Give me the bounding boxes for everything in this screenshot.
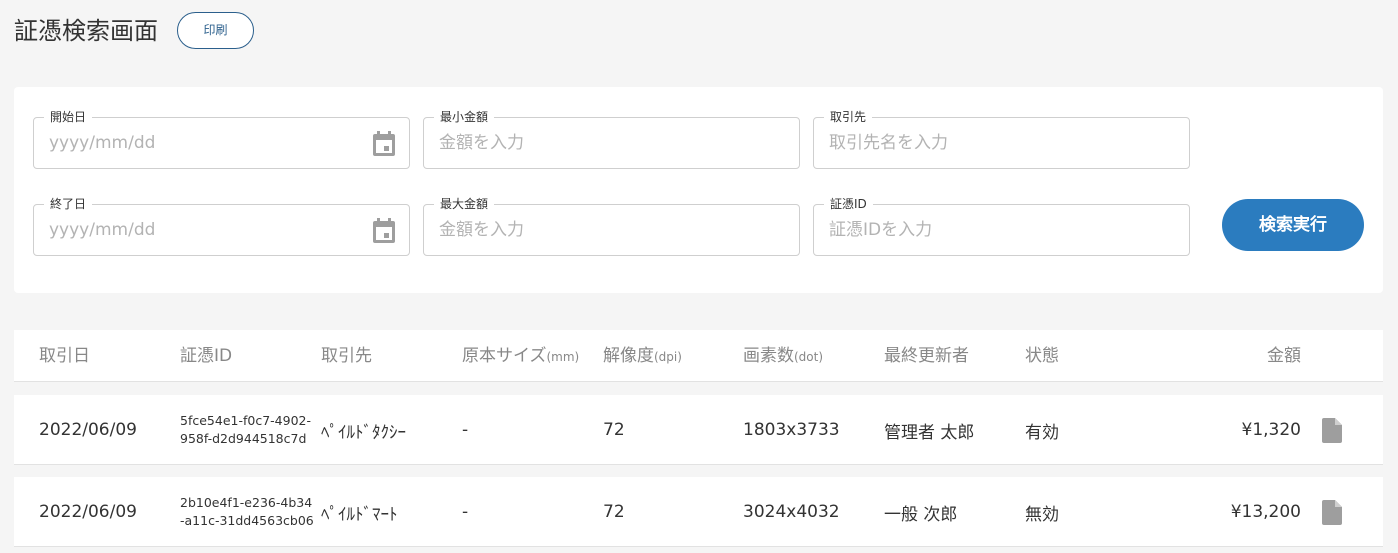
column-header-amount: 金額	[1267, 346, 1301, 366]
end-date-field: 終了日	[33, 196, 410, 256]
table-row[interactable]: 2022/06/09 2b10e4f1-e236-4b34-a11c-31dd4…	[14, 477, 1383, 547]
row-resolution: 72	[603, 420, 625, 440]
column-header-id: 証憑ID	[180, 346, 233, 366]
table-header: 取引日 証憑ID 取引先 原本サイズ(mm) 解像度(dpi) 画素数(dot)…	[14, 330, 1383, 382]
row-amount: ¥13,200	[1230, 502, 1301, 522]
row-updater: 一般 次郎	[884, 504, 958, 525]
print-button[interactable]: 印刷	[177, 12, 254, 49]
column-header-date: 取引日	[39, 346, 90, 366]
partner-input[interactable]	[815, 119, 1188, 167]
partner-field: 取引先	[813, 109, 1190, 169]
column-header-size: 原本サイズ(mm)	[462, 330, 579, 383]
table-row[interactable]: 2022/06/09 5fce54e1-f0c7-4902-958f-d2d94…	[14, 395, 1383, 465]
row-amount: ¥1,320	[1241, 420, 1301, 440]
min-amount-field: 最小金額	[423, 109, 800, 169]
row-date: 2022/06/09	[39, 502, 137, 522]
column-header-partner: 取引先	[321, 346, 372, 366]
row-date: 2022/06/09	[39, 420, 137, 440]
row-pixels: 3024x4032	[743, 502, 840, 522]
max-amount-field: 最大金額	[423, 196, 800, 256]
row-pixels: 1803x3733	[743, 420, 840, 440]
column-header-resolution-text: 解像度	[603, 346, 654, 366]
min-amount-input[interactable]	[425, 119, 798, 167]
voucher-id-input[interactable]	[815, 206, 1188, 254]
column-header-resolution-unit: (dpi)	[654, 350, 682, 364]
calendar-icon[interactable]	[372, 218, 396, 244]
row-voucher-id: 2b10e4f1-e236-4b34-a11c-31dd4563cb06	[180, 495, 314, 528]
column-header-updater: 最終更新者	[884, 346, 969, 366]
column-header-size-unit: (mm)	[546, 350, 580, 364]
row-status: 有効	[1025, 422, 1059, 443]
column-header-size-text: 原本サイズ	[462, 346, 547, 366]
start-date-input[interactable]	[35, 119, 408, 167]
column-header-resolution: 解像度(dpi)	[603, 330, 682, 383]
voucher-id-field: 証憑ID	[813, 196, 1190, 256]
search-panel: 開始日 最小金額 取引先 終了日 最大金額 証憑ID	[14, 87, 1383, 293]
column-header-pixels-unit: (dot)	[794, 350, 824, 364]
row-updater: 管理者 太郎	[884, 422, 975, 443]
row-voucher-id: 5fce54e1-f0c7-4902-958f-d2d944518c7d	[180, 413, 311, 446]
column-header-status: 状態	[1025, 346, 1059, 366]
column-header-pixels: 画素数(dot)	[743, 330, 823, 383]
end-date-input[interactable]	[35, 206, 408, 254]
start-date-field: 開始日	[33, 109, 410, 169]
row-partner: ﾍﾟｲﾙﾄﾞﾏｰﾄ	[321, 504, 398, 525]
row-resolution: 72	[603, 502, 625, 522]
row-size: -	[462, 502, 469, 522]
row-partner: ﾍﾟｲﾙﾄﾞﾀｸｼｰ	[321, 422, 406, 443]
column-header-pixels-text: 画素数	[743, 346, 794, 366]
document-icon[interactable]	[1322, 418, 1342, 443]
max-amount-input[interactable]	[425, 206, 798, 254]
row-size: -	[462, 420, 469, 440]
calendar-icon[interactable]	[372, 131, 396, 157]
row-status: 無効	[1025, 504, 1059, 525]
document-icon[interactable]	[1322, 500, 1342, 525]
search-submit-button[interactable]: 検索実行	[1222, 199, 1364, 251]
page-title: 証憑検索画面	[14, 17, 158, 45]
